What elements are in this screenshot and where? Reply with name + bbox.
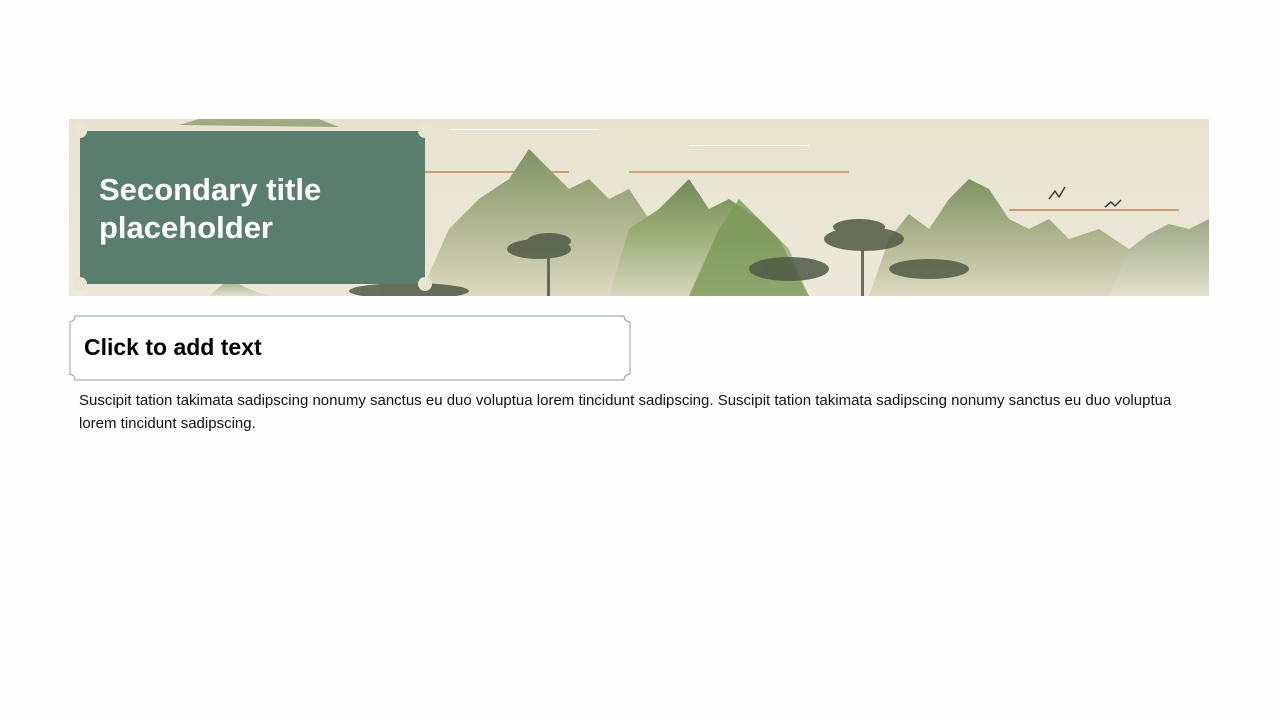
subheading-text[interactable]: Click to add text xyxy=(84,333,262,361)
slide-title[interactable]: Secondary title placeholder xyxy=(99,171,409,247)
slide: Secondary title placeholder Click to add… xyxy=(0,0,1280,720)
body-paragraph[interactable]: Suscipit tation takimata sadipscing nonu… xyxy=(79,389,1189,435)
title-panel: Secondary title placeholder xyxy=(73,124,432,291)
subheading-box[interactable]: Click to add text xyxy=(69,315,631,381)
